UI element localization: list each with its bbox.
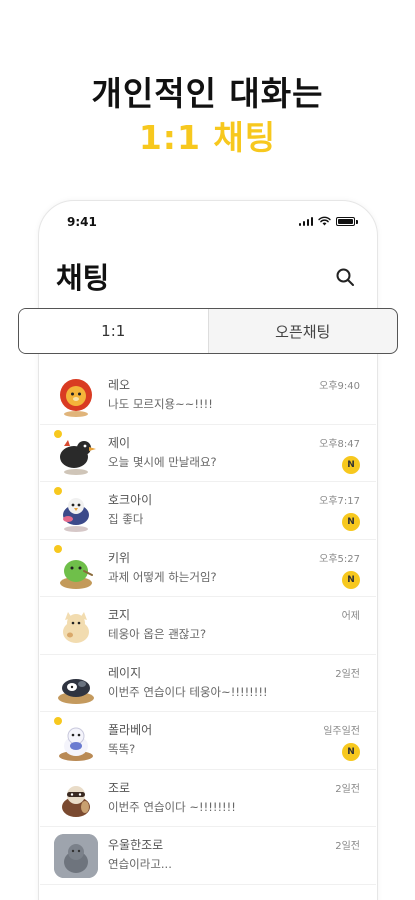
online-dot bbox=[54, 544, 62, 553]
wifi-icon bbox=[318, 216, 331, 226]
chat-row-kiwi[interactable]: 키위 과제 어떻게 하는거임? 오후5:27 N bbox=[40, 540, 376, 597]
online-dot bbox=[54, 717, 62, 725]
new-badge: N bbox=[342, 570, 360, 589]
chat-row-cozy[interactable]: 코지 테웅아 옵은 괜잖고? 어제 bbox=[40, 597, 376, 655]
chat-row-polar-bear[interactable]: 폴라베어 똑똑? 일주일전 N bbox=[40, 712, 376, 770]
chat-tabs: 1:1 오픈채팅 bbox=[18, 308, 398, 354]
chat-preview: 오늘 몇시에 만날래요? bbox=[108, 454, 217, 469]
online-dot bbox=[54, 487, 62, 495]
bird-avatar-icon bbox=[54, 489, 98, 533]
headline-line-1: 개인적인 대화는 bbox=[91, 74, 324, 113]
chat-preview: 나도 모르지용~~!!!! bbox=[108, 397, 213, 411]
chat-row-zoro[interactable]: 조로 이번주 연습이다 ~!!!!!!!! 2일전 bbox=[40, 770, 376, 827]
chat-name: 레이지 bbox=[108, 665, 142, 680]
lion-avatar-icon bbox=[54, 374, 98, 418]
chat-time: 오후8:47 bbox=[319, 438, 360, 450]
chat-row-lazy[interactable]: 레이지 이번주 연습이다 테웅아~!!!!!!!! 2일전 bbox=[40, 655, 376, 712]
chat-preview: 집 좋다 bbox=[108, 512, 144, 526]
gray-avatar-icon bbox=[54, 834, 98, 878]
chat-time: 어제 bbox=[341, 611, 360, 622]
sloth-avatar-icon bbox=[54, 662, 98, 706]
chat-time: 2일전 bbox=[335, 783, 360, 795]
tab-one-to-one[interactable]: 1:1 bbox=[19, 309, 209, 353]
chat-list: 레오 나도 모르지용~~!!!! 오후9:40 제이 오늘 몇시에 만날래요? … bbox=[40, 367, 376, 885]
chat-preview: 똑똑? bbox=[108, 742, 136, 756]
chat-time: 일주일전 bbox=[323, 726, 360, 737]
crow-avatar-icon bbox=[54, 432, 98, 476]
status-time: 9:41 bbox=[67, 215, 97, 229]
chat-row-jay[interactable]: 제이 오늘 몇시에 만날래요? 오후8:47 N bbox=[40, 425, 376, 482]
chat-preview: 연습이라고... bbox=[108, 857, 172, 871]
battery-icon bbox=[336, 216, 358, 226]
chat-time: 2일전 bbox=[335, 668, 360, 680]
chat-name: 제이 bbox=[108, 435, 131, 450]
chat-row-hawkeye[interactable]: 호크아이 집 좋다 오후7:17 N bbox=[40, 482, 376, 540]
page-title: 채팅 bbox=[56, 261, 110, 295]
new-badge: N bbox=[342, 743, 360, 761]
status-bar: 9:41 bbox=[39, 213, 377, 233]
search-icon[interactable] bbox=[335, 267, 355, 287]
promo-headline: 개인적인 대화는 1:1 채팅 bbox=[0, 72, 415, 160]
kiwi-avatar-icon bbox=[54, 547, 98, 591]
chat-preview: 테웅아 옵은 괜잖고? bbox=[108, 627, 207, 641]
cat-avatar-icon bbox=[54, 604, 98, 648]
chat-preview: 과제 어떻게 하는거임? bbox=[108, 569, 217, 584]
chat-row-sad-zoro[interactable]: 우울한조로 연습이라고... 2일전 bbox=[40, 827, 376, 885]
chat-name: 조로 bbox=[108, 780, 131, 795]
chat-time: 오후5:27 bbox=[319, 553, 360, 565]
chat-time: 2일전 bbox=[335, 841, 360, 852]
chat-name: 폴라베어 bbox=[108, 723, 153, 737]
new-badge: N bbox=[342, 455, 360, 474]
chat-name: 호크아이 bbox=[108, 493, 153, 507]
chat-name: 우울한조로 bbox=[108, 838, 164, 852]
chat-time: 오후7:17 bbox=[319, 496, 360, 507]
chat-name: 키위 bbox=[108, 550, 131, 565]
headline-line-2: 1:1 채팅 bbox=[138, 118, 277, 157]
chat-row-leo[interactable]: 레오 나도 모르지용~~!!!! 오후9:40 bbox=[40, 367, 376, 425]
chat-name: 코지 bbox=[108, 608, 131, 622]
chat-preview: 이번주 연습이다 ~!!!!!!!! bbox=[108, 799, 236, 814]
tab-open-chat[interactable]: 오픈채팅 bbox=[209, 309, 398, 353]
online-dot bbox=[54, 429, 62, 438]
chat-preview: 이번주 연습이다 테웅아~!!!!!!!! bbox=[108, 684, 268, 699]
chat-name: 레오 bbox=[108, 378, 131, 392]
new-badge: N bbox=[342, 513, 360, 531]
bear-avatar-icon bbox=[54, 719, 98, 763]
status-icons bbox=[298, 216, 358, 226]
chat-time: 오후9:40 bbox=[319, 381, 360, 392]
signal-icon bbox=[298, 216, 313, 226]
raccoon-avatar-icon bbox=[54, 777, 98, 821]
